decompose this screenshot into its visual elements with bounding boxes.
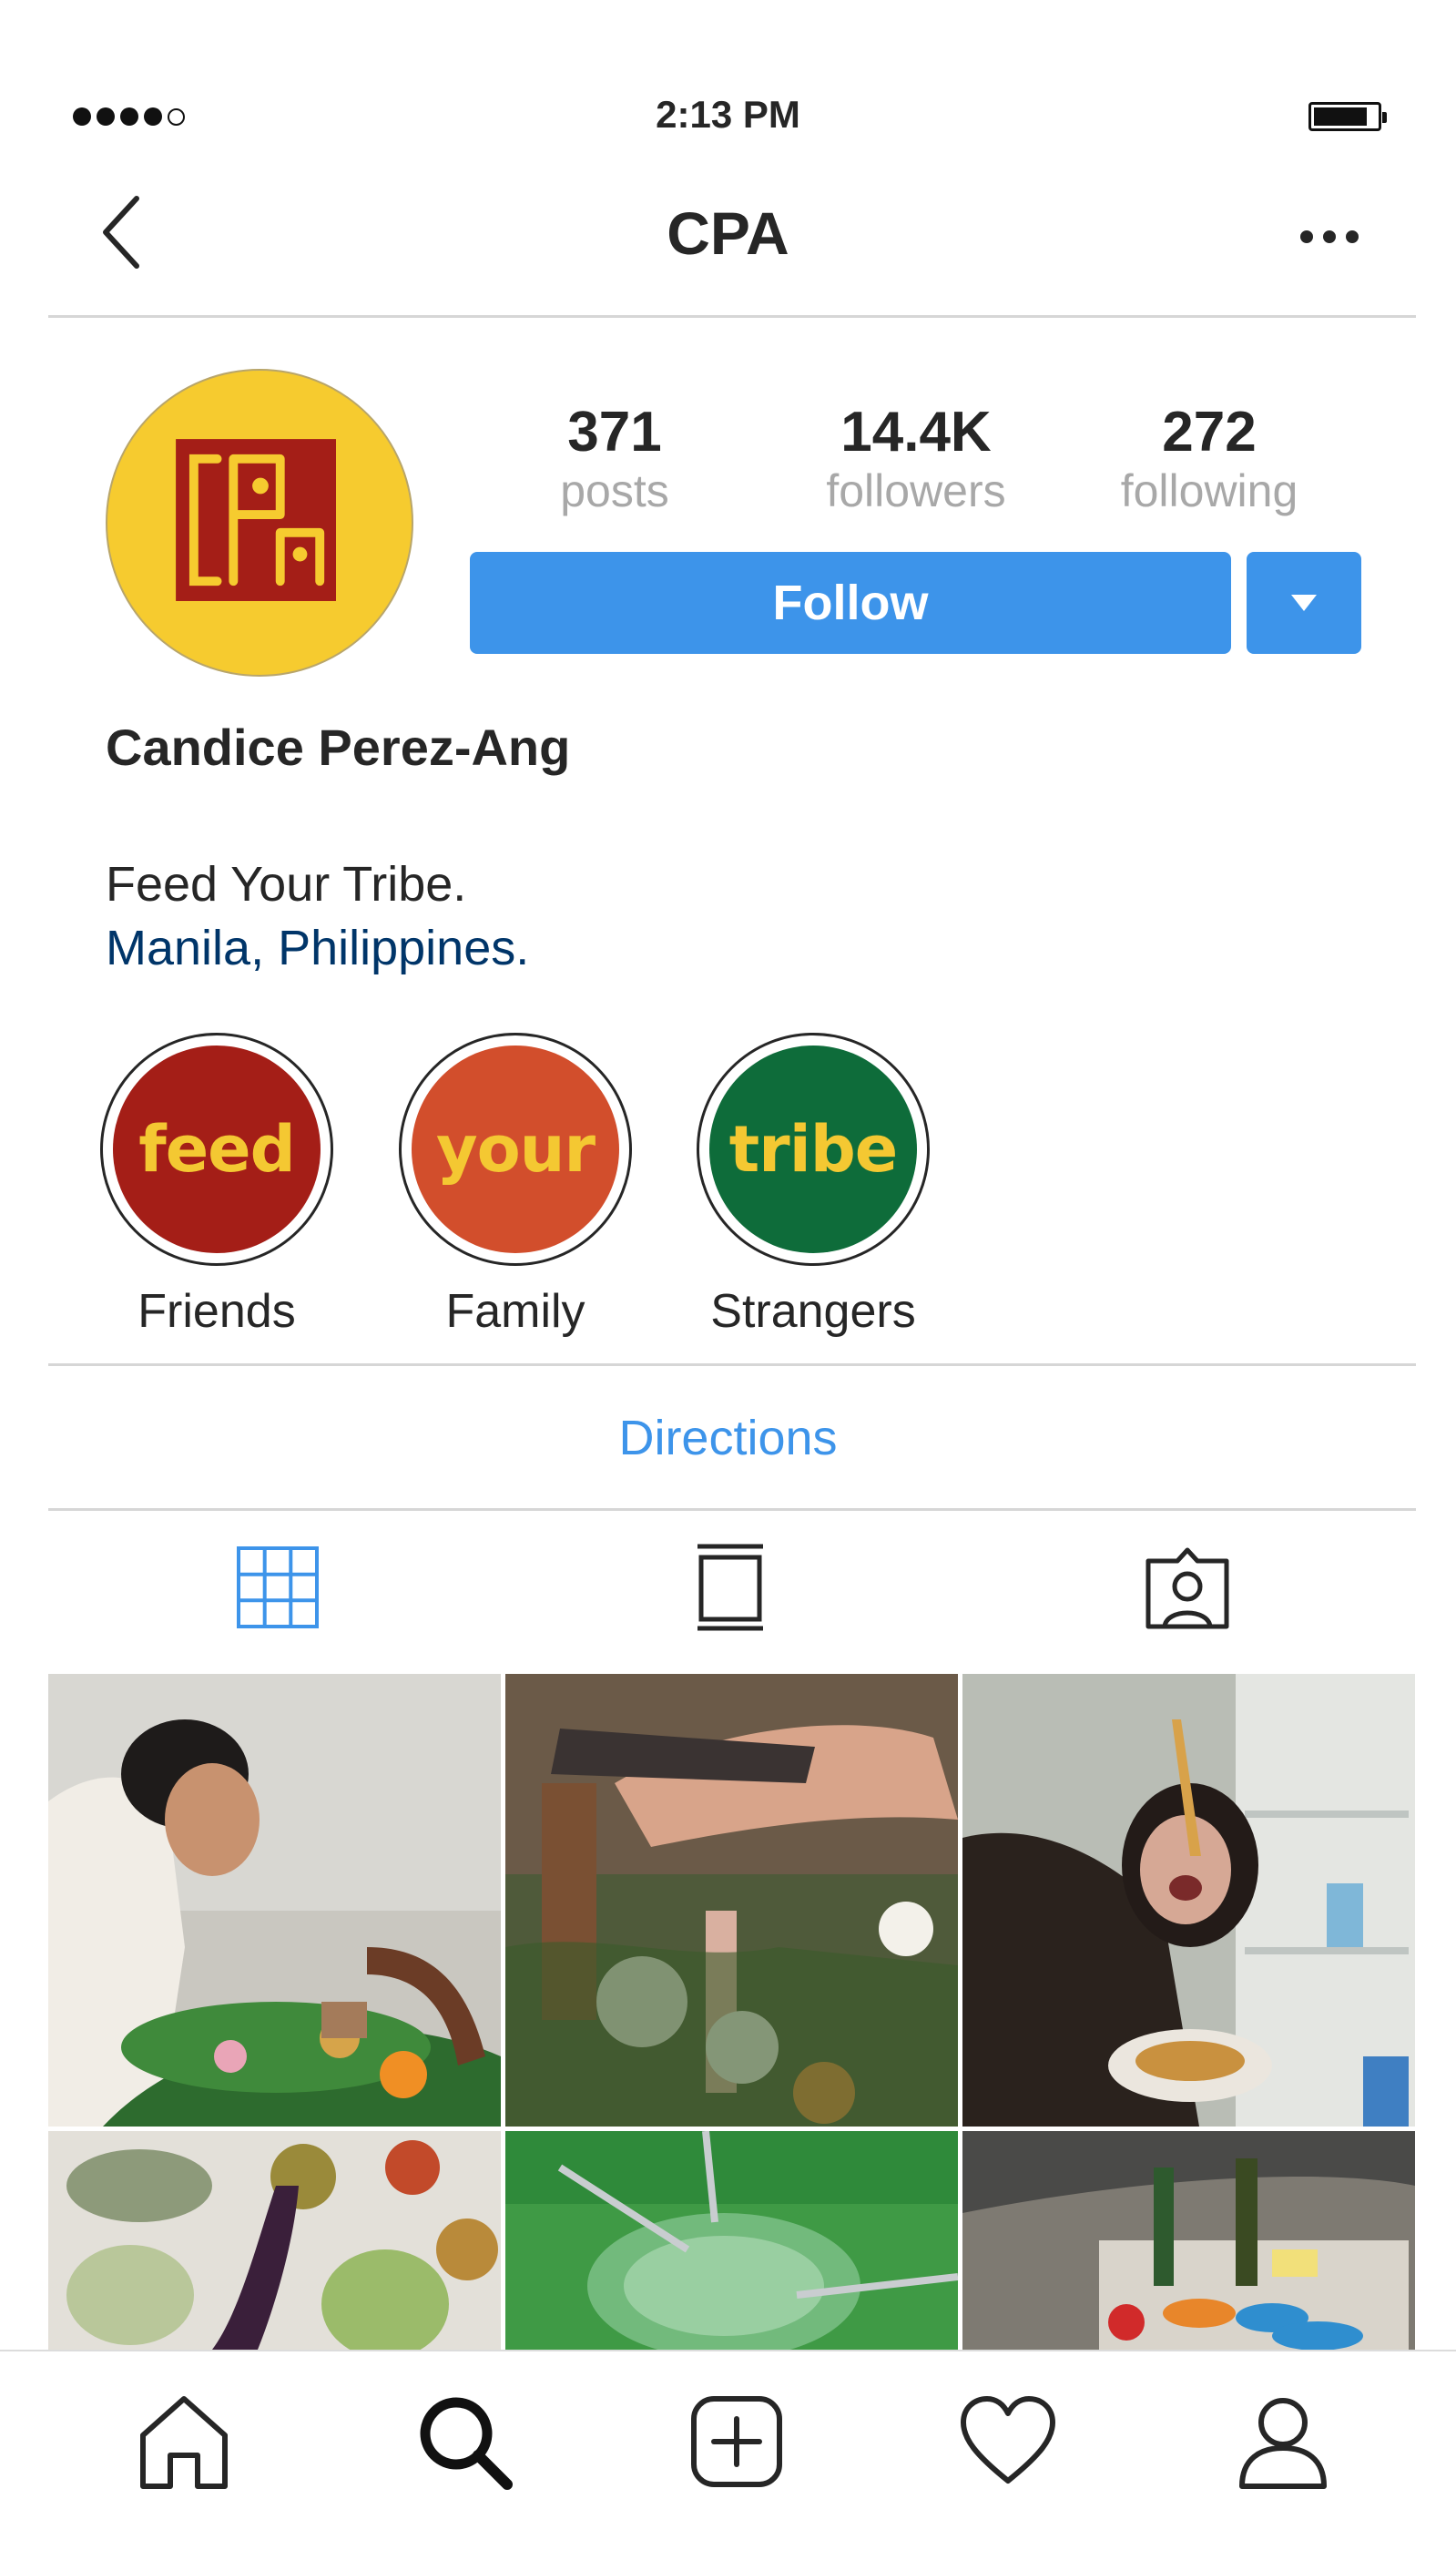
grid-icon[interactable]: [235, 1541, 321, 1632]
post-thumbnail[interactable]: [962, 1674, 1415, 2127]
highlight-ring: feed: [100, 1033, 333, 1266]
post-image: [962, 2131, 1415, 2350]
highlight-strangers[interactable]: tribe Strangers: [697, 1033, 930, 1339]
highlight-label: Friends: [137, 1285, 296, 1338]
highlight-label: Family: [445, 1285, 585, 1338]
highlight-ring: your: [399, 1033, 632, 1266]
stat-followers-label: followers: [826, 465, 1006, 516]
highlight-ring: tribe: [697, 1033, 930, 1266]
header-divider: [48, 315, 1416, 318]
highlight-cover-word: your: [412, 1046, 619, 1253]
add-post-icon[interactable]: [687, 2392, 787, 2492]
caret-down-icon: [1291, 595, 1317, 611]
stat-following-value: 272: [1162, 401, 1257, 464]
highlight-cover-word: tribe: [709, 1046, 917, 1253]
stat-posts-value: 371: [567, 401, 662, 464]
post-image: [48, 1674, 501, 2127]
directions-button[interactable]: Directions: [0, 1410, 1456, 1466]
highlight-friends[interactable]: feed Friends: [100, 1033, 333, 1339]
cpa-logo: [176, 439, 336, 601]
heart-icon[interactable]: [958, 2392, 1058, 2492]
page-title: CPA: [667, 199, 789, 267]
ellipsis-icon[interactable]: [1298, 228, 1361, 246]
post-thumbnail[interactable]: [505, 2131, 958, 2350]
stat-following[interactable]: 272 following: [1091, 401, 1328, 517]
search-icon[interactable]: [414, 2392, 514, 2492]
status-time: 2:13 PM: [656, 93, 800, 136]
stat-posts-label: posts: [560, 465, 669, 516]
highlight-cover-word: feed: [113, 1046, 321, 1253]
post-thumbnail[interactable]: [505, 1674, 958, 2127]
divider: [48, 1508, 1416, 1511]
suggestions-dropdown-button[interactable]: [1247, 552, 1361, 654]
follow-button[interactable]: Follow: [470, 552, 1231, 654]
post-thumbnail[interactable]: [48, 2131, 501, 2350]
avatar[interactable]: [106, 369, 413, 677]
stat-followers-value: 14.4K: [840, 401, 992, 464]
tagged-icon[interactable]: [1143, 1541, 1232, 1632]
post-image: [505, 1674, 958, 2127]
highlight-label: Strangers: [710, 1285, 916, 1338]
post-image: [505, 2131, 958, 2350]
post-thumbnail[interactable]: [962, 2131, 1415, 2350]
home-icon[interactable]: [134, 2392, 234, 2492]
battery-icon: [1308, 102, 1387, 131]
highlight-family[interactable]: your Family: [399, 1033, 632, 1339]
post-image: [962, 1674, 1415, 2127]
stat-posts[interactable]: 371 posts: [496, 401, 733, 517]
profile-location-link[interactable]: Manila, Philippines.: [106, 920, 529, 976]
post-image: [48, 2131, 501, 2350]
profile-bio: Feed Your Tribe.: [106, 857, 467, 912]
profile-icon[interactable]: [1233, 2392, 1333, 2492]
post-grid: [48, 1674, 1416, 2350]
feed-icon[interactable]: [694, 1541, 767, 1632]
stat-followers[interactable]: 14.4K followers: [798, 401, 1034, 517]
post-thumbnail[interactable]: [48, 1674, 501, 2127]
profile-name: Candice Perez-Ang: [106, 719, 571, 776]
divider: [48, 1363, 1416, 1366]
stat-following-label: following: [1120, 465, 1298, 516]
